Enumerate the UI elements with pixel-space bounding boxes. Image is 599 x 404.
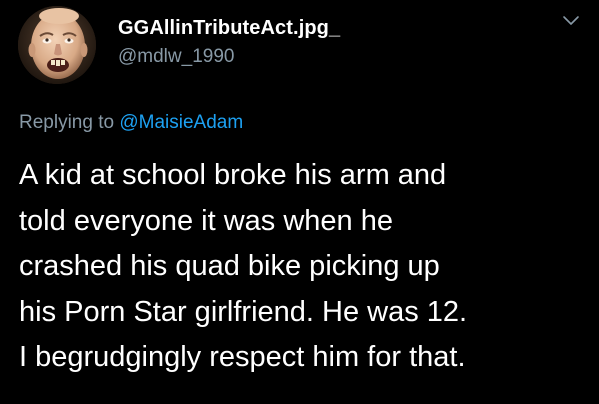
tweet-text-line: I begrudgingly respect him for that. (19, 341, 466, 373)
tweet-text: A kid at school broke his arm and told e… (19, 153, 589, 381)
tweet-text-line: his Porn Star girlfriend. He was 12. (19, 295, 468, 328)
avatar-photo-icon (18, 6, 96, 84)
replying-to-label: Replying to (19, 112, 120, 133)
user-handle[interactable]: @mdlw_1990 (118, 46, 234, 68)
avatar[interactable] (18, 6, 96, 84)
tweet-text-line: crashed his quad bike picking up (19, 250, 440, 282)
tweet-card: GGAllinTributeAct.jpg_ @mdlw_1990 Replyi… (0, 0, 599, 404)
reply-mention-link[interactable]: @MaisieAdam (119, 112, 243, 133)
tweet-text-line: A kid at school broke his arm and (19, 159, 447, 191)
tweet-text-line: told everyone it was when he (19, 204, 393, 237)
replying-to: Replying to @MaisieAdam (19, 112, 243, 134)
display-name[interactable]: GGAllinTributeAct.jpg_ (118, 17, 340, 40)
chevron-down-icon[interactable] (562, 14, 580, 28)
